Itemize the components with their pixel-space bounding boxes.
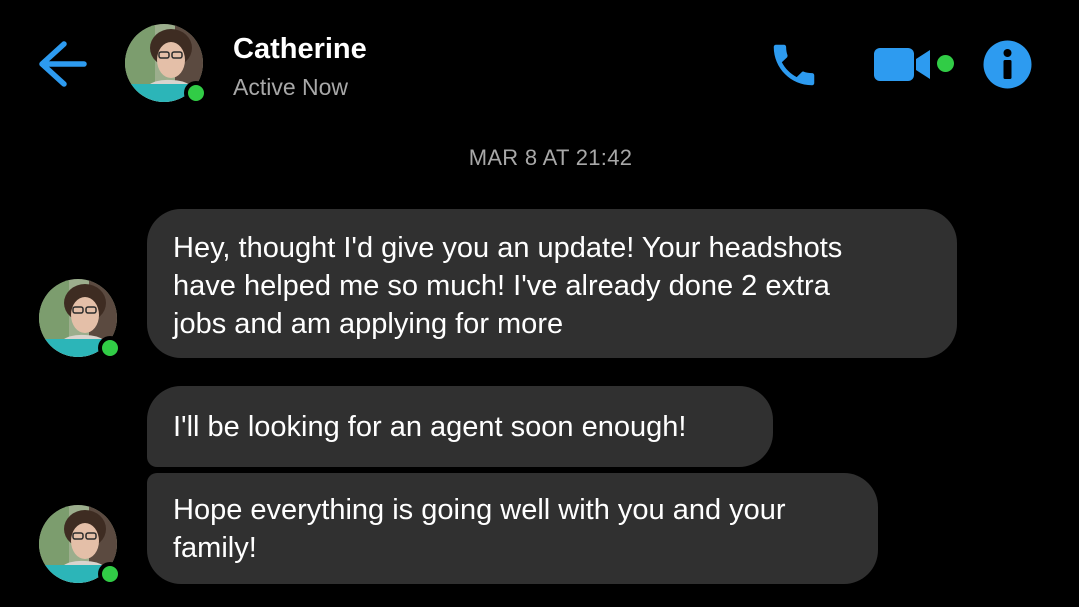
conversation-header: Catherine Active Now — [0, 0, 1079, 130]
video-call-button[interactable] — [872, 44, 936, 84]
voice-call-button[interactable] — [767, 38, 821, 92]
contact-avatar[interactable] — [125, 24, 208, 105]
message-text-line: Hey, thought I'd give you an update! You… — [173, 232, 843, 264]
conversation-info-button[interactable] — [983, 40, 1032, 89]
message-text-line: I'll be looking for an agent soon enough… — [173, 411, 687, 443]
message-text-line: jobs and am applying for more — [173, 308, 564, 340]
sender-avatar[interactable] — [39, 279, 122, 360]
active-status-dot — [98, 336, 122, 360]
message-timestamp: MAR 8 AT 21:42 — [468, 145, 633, 170]
message-text-line: Hope everything is going well with you a… — [173, 494, 786, 526]
active-status-text: Active Now — [233, 74, 349, 100]
contact-name[interactable]: Catherine — [233, 33, 367, 66]
sender-avatar[interactable] — [39, 505, 122, 586]
message-bubble[interactable]: I'll be looking for an agent soon enough… — [147, 386, 773, 467]
message-text-line: have helped me so much! I've already don… — [173, 270, 830, 302]
arrow-left-icon — [39, 41, 87, 87]
phone-icon — [773, 44, 815, 86]
video-camera-icon — [874, 48, 930, 81]
message-bubble[interactable]: Hope everything is going well with you a… — [147, 473, 878, 584]
back-button[interactable] — [34, 38, 90, 90]
active-status-dot — [184, 81, 208, 105]
info-icon — [983, 40, 1032, 89]
video-active-dot — [937, 55, 954, 72]
active-status-dot — [98, 562, 122, 586]
message-bubble[interactable]: Hey, thought I'd give you an update! You… — [147, 209, 957, 358]
message-text-line: family! — [173, 532, 257, 564]
